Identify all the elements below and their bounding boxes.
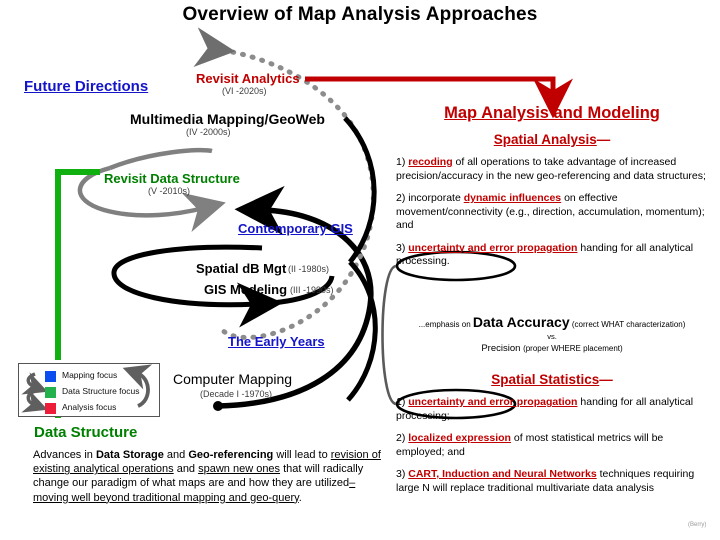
label-spatial-db-mgt: Spatial dB Mgt bbox=[196, 261, 287, 276]
accuracy-line-1: ...emphasis on Data Accuracy (correct WH… bbox=[396, 314, 708, 330]
spatial-statistics-item-3: 3) CART, Induction and Neural Networks t… bbox=[396, 468, 695, 494]
heading-spatial-statistics-dash: — bbox=[599, 372, 613, 387]
heading-spatial-analysis-text: Spatial Analysis bbox=[493, 132, 597, 147]
label-revisit-data-structure-decade: (V -2010s) bbox=[148, 186, 191, 196]
heading-spatial-statistics-text: Spatial Statistics bbox=[491, 372, 600, 387]
label-multimedia-decade: (IV -2000s) bbox=[186, 127, 231, 137]
legend-label-mapping: Mapping focus bbox=[62, 370, 118, 380]
upper-black-curve bbox=[343, 116, 377, 264]
label-contemporary-gis: Contemporary GIS bbox=[238, 221, 353, 236]
accuracy-line-3: Precision (proper WHERE placement) bbox=[396, 343, 708, 354]
focus-legend: Mapping focus Data Structure focus Analy… bbox=[18, 363, 160, 417]
credit-label: (Berry) bbox=[688, 522, 707, 528]
label-gis-modeling-decade: (III -1990s) bbox=[290, 285, 334, 295]
spatial-analysis-item-3: 3) uncertainty and error propagation han… bbox=[396, 241, 694, 268]
label-revisit-analytics-decade: (VI -2020s) bbox=[222, 86, 267, 96]
label-the-early-years: The Early Years bbox=[228, 334, 325, 349]
highlight-link-bracket bbox=[381, 264, 397, 406]
spatial-statistics-item-2: 2) localized expression of most statisti… bbox=[396, 432, 664, 458]
label-spatial-db-decade: (II -1980s) bbox=[288, 264, 330, 274]
label-future-directions: Future Directions bbox=[24, 78, 149, 95]
lower-black-curve bbox=[346, 260, 378, 402]
spatial-analysis-item-2: 2) incorporate dynamic influences on eff… bbox=[396, 192, 705, 231]
accuracy-prefix: ...emphasis on bbox=[418, 320, 471, 329]
label-computer-mapping-decade: (Decade I -1970s) bbox=[200, 389, 273, 399]
heading-spatial-analysis-dash: — bbox=[596, 132, 611, 147]
heading-data-structure: Data Structure bbox=[34, 424, 138, 441]
spatial-analysis-item-1: 1) recoding of all operations to take ad… bbox=[396, 156, 706, 182]
accuracy-paren: (correct WHAT characterization) bbox=[571, 320, 686, 329]
legend-swatch-data-structure bbox=[45, 387, 56, 398]
page-title: Overview of Map Analysis Approaches bbox=[182, 4, 538, 25]
precision-paren: (proper WHERE placement) bbox=[523, 344, 623, 353]
label-multimedia-mapping: Multimedia Mapping/GeoWeb bbox=[130, 111, 325, 127]
label-gis-modeling: GIS Modeling bbox=[204, 282, 288, 297]
legend-swatch-analysis bbox=[45, 403, 56, 414]
accuracy-vs: vs. bbox=[547, 332, 557, 341]
precision-term: Precision bbox=[481, 343, 521, 354]
legend-swatch-mapping bbox=[45, 371, 56, 382]
right-panel: Map Analysis and Modeling Spatial Analys… bbox=[396, 104, 708, 269]
heading-map-analysis-and-modeling: Map Analysis and Modeling bbox=[444, 104, 660, 122]
red-connector bbox=[305, 76, 573, 119]
label-revisit-analytics: Revisit Analytics bbox=[196, 71, 300, 86]
spatial-statistics-list: 1) uncertainty and error propagation han… bbox=[396, 394, 708, 495]
legend-label-data-structure: Data Structure focus bbox=[62, 386, 140, 396]
accuracy-term: Data Accuracy bbox=[472, 314, 570, 330]
heading-spatial-analysis: Spatial Analysis— bbox=[396, 132, 708, 147]
legend-label-analysis: Analysis focus bbox=[62, 402, 117, 412]
label-revisit-data-structure: Revisit Data Structure bbox=[104, 171, 240, 186]
data-structure-paragraph: Advances in Data Storage and Geo-referen… bbox=[33, 449, 381, 504]
spatial-statistics-item-1: 1) uncertainty and error propagation han… bbox=[396, 396, 694, 422]
label-computer-mapping: Computer Mapping bbox=[173, 371, 293, 387]
heading-spatial-statistics: Spatial Statistics— bbox=[396, 372, 708, 387]
data-accuracy-note: ...emphasis on Data Accuracy (correct WH… bbox=[396, 314, 708, 354]
